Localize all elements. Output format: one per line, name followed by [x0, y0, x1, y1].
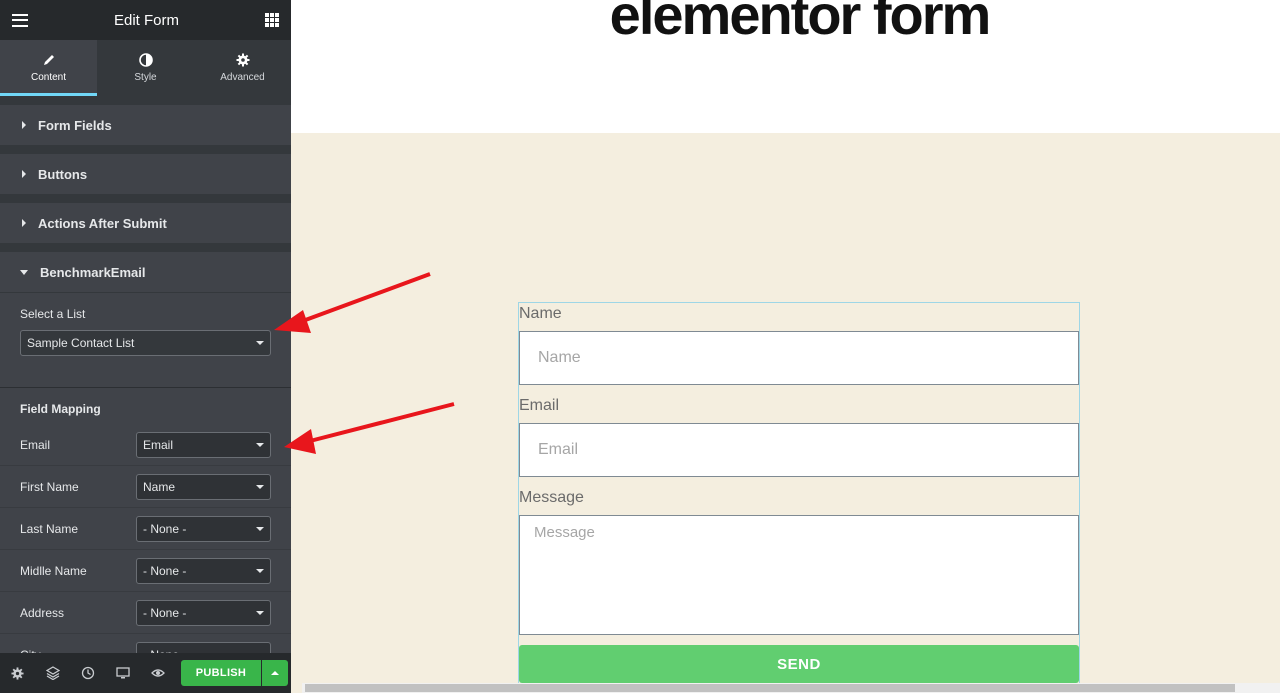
- mapping-row-middle-name: Midlle Name - None -: [0, 550, 291, 592]
- contact-form: Name Name Email Email Message Message SE…: [518, 302, 1080, 693]
- caret-down-icon: [20, 269, 28, 275]
- panel-header: Edit Form: [0, 0, 291, 40]
- scrollbar-thumb[interactable]: [305, 684, 1235, 692]
- menu-icon[interactable]: [12, 13, 28, 27]
- layers-icon[interactable]: [45, 666, 60, 681]
- section-benchmark-email[interactable]: BenchmarkEmail: [0, 252, 291, 292]
- section-benchmark-label: BenchmarkEmail: [40, 264, 146, 280]
- mapping-row-first-name: First Name Name: [0, 466, 291, 508]
- mapping-select-middle-name[interactable]: - None -: [136, 557, 271, 584]
- preview-icon[interactable]: [150, 666, 165, 681]
- contact-list-value: Sample Contact List: [27, 336, 135, 350]
- mapping-row-address: Address - None -: [0, 592, 291, 634]
- mapping-select-address[interactable]: - None -: [136, 599, 271, 626]
- pencil-icon: [43, 55, 54, 65]
- tab-advanced[interactable]: Advanced: [194, 40, 291, 96]
- name-field-label: Name: [519, 305, 562, 322]
- email-input[interactable]: Email: [519, 423, 1079, 477]
- mapping-select-last-name[interactable]: - None -: [136, 515, 271, 542]
- section-actions-after-submit[interactable]: Actions After Submit: [0, 203, 291, 243]
- widgets-grid-icon[interactable]: [264, 13, 279, 27]
- tab-style-label: Style: [134, 72, 157, 83]
- name-input[interactable]: Name: [519, 331, 1079, 385]
- mapping-row-email: Email Email: [0, 424, 291, 466]
- caret-right-icon: [22, 219, 26, 227]
- select-list-label: Select a List: [20, 307, 86, 321]
- gear-icon: [236, 53, 249, 67]
- editor-panel: Edit Form Content Style Advanced Form Fi…: [0, 0, 291, 693]
- half-circle-icon: [138, 53, 153, 67]
- mapping-value: Name: [143, 479, 176, 494]
- field-mapping: Field Mapping Email Email First Name Nam…: [0, 387, 291, 693]
- benchmark-section-body: Select a List Sample Contact List: [0, 293, 291, 387]
- mapping-value: - None -: [143, 605, 187, 620]
- history-icon[interactable]: [80, 666, 95, 681]
- tab-content-label: Content: [30, 72, 67, 83]
- field-mapping-heading: Field Mapping: [20, 402, 101, 416]
- message-textarea[interactable]: Message: [519, 515, 1079, 635]
- mapping-value: Email: [143, 437, 174, 452]
- email-field-label: Email: [519, 397, 560, 414]
- mapping-row-last-name: Last Name - None -: [0, 508, 291, 550]
- publish-options-button[interactable]: [262, 660, 288, 686]
- mapping-label: Midlle Name: [20, 563, 87, 578]
- section-actions-label: Actions After Submit: [38, 215, 167, 231]
- chevron-down-icon: [256, 442, 264, 447]
- mapping-value: - None -: [143, 521, 187, 536]
- mapping-label: Address: [20, 605, 65, 620]
- settings-icon[interactable]: [10, 666, 25, 681]
- contact-list-select[interactable]: Sample Contact List: [20, 330, 271, 356]
- chevron-down-icon: [256, 341, 264, 345]
- send-button[interactable]: SEND: [519, 645, 1079, 683]
- mapping-select-email[interactable]: Email: [136, 431, 271, 458]
- section-form-fields[interactable]: Form Fields: [0, 105, 291, 145]
- chevron-down-icon: [256, 610, 264, 615]
- caret-right-icon: [22, 121, 26, 129]
- mapping-label: Last Name: [20, 521, 79, 536]
- page-heading: elementor form: [609, 0, 992, 46]
- section-buttons[interactable]: Buttons: [0, 154, 291, 194]
- mapping-value: - None -: [143, 563, 187, 578]
- preview-canvas: elementor form Name Name Email Email Mes…: [291, 0, 1280, 693]
- tab-content[interactable]: Content: [0, 40, 97, 96]
- mapping-label: Email: [20, 437, 51, 452]
- form-section: Name Name Email Email Message Message SE…: [291, 133, 1280, 693]
- chevron-down-icon: [256, 526, 264, 531]
- message-field-label: Message: [519, 489, 584, 506]
- panel-title: Edit Form: [113, 11, 179, 29]
- publish-button[interactable]: PUBLISH: [181, 660, 261, 686]
- chevron-down-icon: [256, 568, 264, 573]
- caret-up-icon: [271, 671, 279, 675]
- section-buttons-label: Buttons: [38, 166, 88, 182]
- panel-footer: PUBLISH: [0, 653, 291, 693]
- tab-advanced-label: Advanced: [220, 72, 265, 83]
- mapping-select-first-name[interactable]: Name: [136, 473, 271, 500]
- hero-section: elementor form: [291, 0, 1280, 133]
- horizontal-scrollbar[interactable]: [302, 683, 1280, 693]
- tab-style[interactable]: Style: [97, 40, 194, 96]
- section-form-fields-label: Form Fields: [38, 117, 112, 133]
- mapping-label: First Name: [20, 479, 79, 494]
- chevron-down-icon: [256, 484, 264, 489]
- responsive-icon[interactable]: [115, 666, 130, 681]
- caret-right-icon: [22, 170, 26, 178]
- panel-tabs: Content Style Advanced: [0, 40, 291, 96]
